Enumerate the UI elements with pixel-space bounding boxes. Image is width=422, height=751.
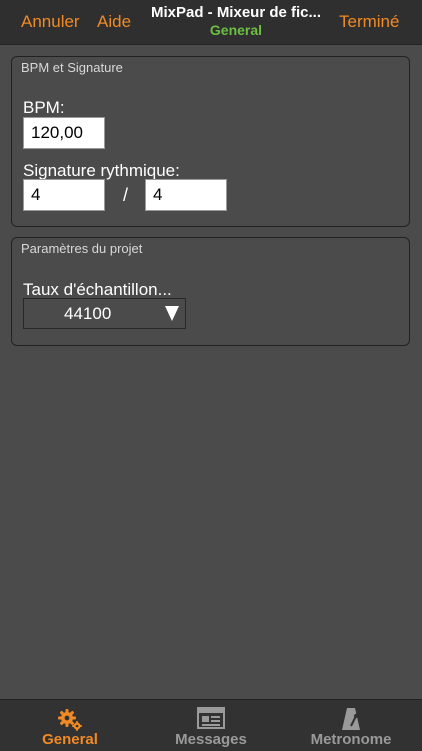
dropdown-arrow-icon (165, 306, 179, 321)
page-title: MixPad - Mixeur de fic... (150, 4, 322, 21)
sample-rate-label: Taux d'échantillon... (23, 280, 172, 299)
help-button[interactable]: Aide (97, 12, 131, 32)
tab-general-label: General (42, 731, 98, 748)
signature-denominator-input[interactable]: 4 (145, 179, 227, 211)
bpm-group-title: BPM et Signature (21, 60, 123, 75)
done-button[interactable]: Terminé (339, 12, 399, 32)
cancel-button[interactable]: Annuler (21, 12, 80, 32)
bpm-input[interactable]: 120,00 (23, 117, 105, 149)
bottom-tab-bar: General Messages Metronome (0, 699, 422, 751)
project-settings-group: Paramètres du projet Taux d'échantillon.… (11, 237, 410, 346)
signature-label: Signature rythmique: (23, 161, 180, 180)
top-navigation-bar: Annuler Aide MixPad - Mixeur de fic... G… (0, 0, 422, 45)
sample-rate-select[interactable]: 44100 (23, 298, 186, 329)
sample-rate-value: 44100 (64, 304, 112, 323)
tab-metronome[interactable]: Metronome (281, 700, 421, 751)
messages-icon (197, 707, 225, 729)
signature-numerator-input[interactable]: 4 (23, 179, 105, 211)
tab-messages[interactable]: Messages (141, 700, 281, 751)
tab-general[interactable]: General (0, 700, 140, 751)
tab-metronome-label: Metronome (310, 731, 392, 748)
metronome-icon (342, 708, 360, 730)
bpm-signature-group: BPM et Signature BPM: 120,00 Signature r… (11, 56, 410, 227)
bpm-label: BPM: (23, 98, 65, 117)
tab-messages-label: Messages (175, 731, 247, 748)
project-group-title: Paramètres du projet (21, 241, 143, 256)
signature-separator: / (123, 185, 129, 205)
page-subtitle: General (209, 22, 263, 38)
title-block: MixPad - Mixeur de fic... General (138, 4, 334, 38)
gear-icon (58, 709, 82, 731)
